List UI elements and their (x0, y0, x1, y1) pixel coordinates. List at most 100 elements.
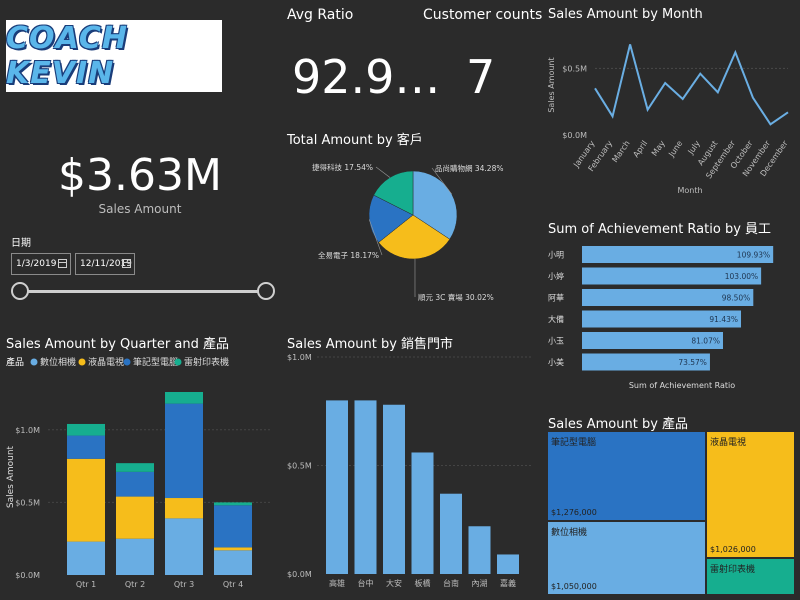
legend-marker (78, 358, 86, 366)
calendar-icon[interactable] (58, 259, 67, 268)
bar (383, 404, 405, 574)
bar-segment (165, 518, 203, 575)
sales-amount-label: Sales Amount (98, 202, 182, 216)
x-tick-label: May (650, 139, 667, 158)
y-tick-label: 大備 (548, 314, 564, 324)
x-tick-label: 台南 (443, 578, 459, 588)
logo-text: COACH KEVIN (6, 21, 128, 91)
legend-marker (123, 358, 131, 366)
bar-segment (165, 403, 203, 499)
x-tick-label: April (631, 139, 649, 159)
start-date-value: 1/3/2019 (16, 259, 57, 269)
x-tick-label: 大安 (386, 578, 402, 588)
bar-segment (165, 392, 203, 404)
data-label: 73.57% (678, 358, 707, 367)
legend-title: 產品 (6, 356, 24, 368)
data-label: 109.93% (737, 251, 770, 260)
treemap-cell-printer[interactable]: 雷射印表機 (707, 559, 794, 594)
x-tick-label: March (610, 139, 631, 164)
y-tick-label: $1.0M (287, 353, 312, 362)
sales-amount-value: $3.63M (58, 150, 222, 201)
treemap-cell-camera[interactable]: 數位相機 $1,050,000 (548, 522, 705, 594)
monthly-chart-title: Sales Amount by Month (548, 7, 703, 22)
legend-item: 液晶電視 (88, 356, 124, 368)
y-tick-label: $0.0M (287, 570, 312, 579)
treemap-value: $1,276,000 (551, 508, 597, 517)
bar-segment (67, 541, 105, 575)
bar (354, 400, 377, 574)
y-tick-label: $0.5M (287, 462, 312, 471)
treemap-cell-tv[interactable]: 液晶電視 $1,026,000 (707, 432, 794, 557)
bar (440, 493, 462, 574)
store-bar-chart: $1.0M $0.5M $0.0M 高雄 台中 大安 板橋 台南 內湖 嘉義 (287, 353, 533, 588)
treemap-label: 液晶電視 (710, 438, 747, 448)
bar-segment (214, 547, 252, 551)
pie-chart-title: Total Amount by 客戶 (287, 133, 423, 148)
bar-segment (116, 463, 154, 472)
treemap-cell-notebook[interactable]: 筆記型電腦 $1,276,000 (548, 432, 705, 520)
x-tick-label: Qtr 1 (76, 580, 96, 589)
start-date-input[interactable]: 1/3/2019 (11, 253, 71, 275)
coach-kevin-logo: COACH KEVIN (6, 20, 222, 92)
x-tick-label: 嘉義 (500, 578, 516, 588)
y-axis-label: Sales Amount (6, 445, 16, 508)
x-tick-label: 內湖 (472, 579, 488, 588)
bar-segment (67, 423, 105, 436)
x-axis-label: Sum of Achievement Ratio (629, 381, 735, 390)
x-tick-label: 板橋 (415, 578, 431, 588)
customer-counts-title: Customer counts (423, 7, 543, 23)
y-tick-label: 小婷 (548, 271, 564, 281)
quarter-stacked-bar-chart: 產品 數位相機 液晶電視 筆記型電腦 雷射印表機 $1.0M $0.5M $0.0M Sales… (6, 356, 270, 589)
bar (411, 452, 434, 574)
x-tick-label: 高雄 (329, 578, 345, 588)
quarter-chart-title: Sales Amount by Quarter and 產品 (6, 337, 229, 352)
achievement-chart-title: Sum of Achievement Ratio by 員工 (548, 222, 772, 237)
pie-data-label: 品尚購物網 34.28% (435, 163, 503, 173)
end-date-input[interactable]: 12/11/2019 (75, 253, 135, 275)
legend-item: 筆記型電腦 (133, 356, 178, 368)
avg-ratio-value: 92.9… (292, 50, 441, 104)
y-axis-label: Sales Amount (547, 57, 556, 112)
bar-segment (214, 505, 252, 548)
bar (497, 554, 519, 574)
x-tick-label: June (666, 139, 684, 159)
legend-item: 雷射印表機 (184, 356, 229, 368)
y-tick-label: 小美 (548, 357, 564, 367)
date-range-start-handle[interactable] (11, 282, 29, 300)
bar-segment (214, 550, 252, 575)
y-tick-label: $0.5M (15, 498, 40, 507)
y-tick-label: $0.0M (562, 131, 587, 140)
bar-segment (165, 498, 203, 519)
series-line (594, 44, 789, 126)
y-tick-label: $0.0M (15, 571, 40, 580)
treemap-label: 雷射印表機 (710, 565, 756, 575)
customer-pie-chart: 品尚購物網 34.28% 順元 3C 賣場 30.02% 全易電子 18.17% 捷得… (312, 162, 503, 302)
legend-marker (174, 358, 182, 366)
y-tick-label: 小明 (548, 251, 564, 260)
bar-segment (67, 458, 105, 542)
x-tick-label: July (686, 139, 702, 157)
pie-data-label: 全易電子 18.17% (318, 250, 379, 260)
bar-segment (67, 435, 105, 459)
data-label: 103.00% (725, 272, 758, 281)
date-range-end-handle[interactable] (257, 282, 275, 300)
data-label: 91.43% (709, 315, 738, 324)
bar-segment (214, 502, 252, 506)
bar-segment (116, 471, 154, 497)
achievement-bar-chart: 小明 109.93% 小婷 103.00% 阿華 98.50% 大備 91.43% 小玉 81.0… (548, 246, 774, 390)
treemap-chart-title: Sales Amount by 產品 (548, 417, 689, 432)
x-axis-label: Month (677, 186, 702, 195)
y-tick-label: $0.5M (562, 64, 587, 73)
legend-marker (30, 358, 38, 366)
treemap-value: $1,026,000 (710, 545, 756, 554)
pie-data-label: 捷得科技 17.54% (312, 162, 373, 172)
pie-leader-line (375, 166, 391, 178)
x-tick-label: Qtr 3 (174, 580, 194, 589)
y-tick-label: 小玉 (548, 337, 564, 346)
treemap-label: 筆記型電腦 (551, 438, 597, 448)
calendar-icon[interactable] (122, 259, 131, 268)
y-tick-label: $1.0M (15, 426, 40, 435)
bar-segment (116, 538, 154, 575)
data-label: 81.07% (691, 337, 720, 346)
data-label: 98.50% (722, 294, 751, 303)
